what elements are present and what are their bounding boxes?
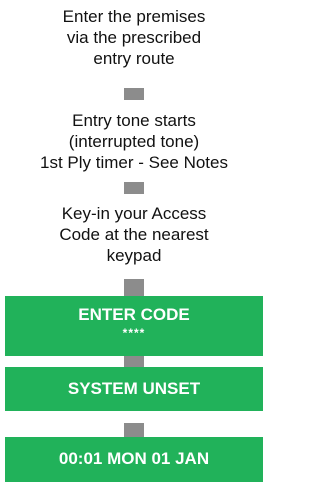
display-subtitle: **** (122, 326, 146, 340)
flow-connector (124, 182, 144, 194)
display-date-time: 00:01 MON 01 JAN (5, 437, 263, 482)
flow-connector (124, 279, 144, 297)
step-key-in-code: Key-in your Access Code at the nearest k… (0, 203, 268, 266)
flow-connector (124, 88, 144, 100)
step-line: Enter the premises (62, 7, 206, 26)
step-enter-premises: Enter the premises via the prescribed en… (0, 6, 268, 69)
display-title: SYSTEM UNSET (67, 379, 201, 398)
display-enter-code: ENTER CODE **** (5, 296, 263, 356)
step-line: (interrupted tone) (68, 132, 200, 151)
step-line: Entry tone starts (72, 111, 196, 130)
step-line: Key-in your Access (61, 204, 207, 223)
display-system-unset: SYSTEM UNSET (5, 367, 263, 411)
step-line: entry route (93, 49, 175, 68)
flow-connector (124, 356, 144, 367)
step-line: Code at the nearest (59, 225, 209, 244)
flow-connector (124, 423, 144, 437)
step-line: keypad (106, 246, 162, 265)
step-entry-tone: Entry tone starts (interrupted tone) 1st… (0, 110, 268, 173)
display-title: 00:01 MON 01 JAN (58, 449, 210, 468)
display-title: ENTER CODE (78, 305, 190, 324)
step-line: via the prescribed (66, 28, 202, 47)
step-line: 1st Ply timer - See Notes (39, 153, 228, 172)
